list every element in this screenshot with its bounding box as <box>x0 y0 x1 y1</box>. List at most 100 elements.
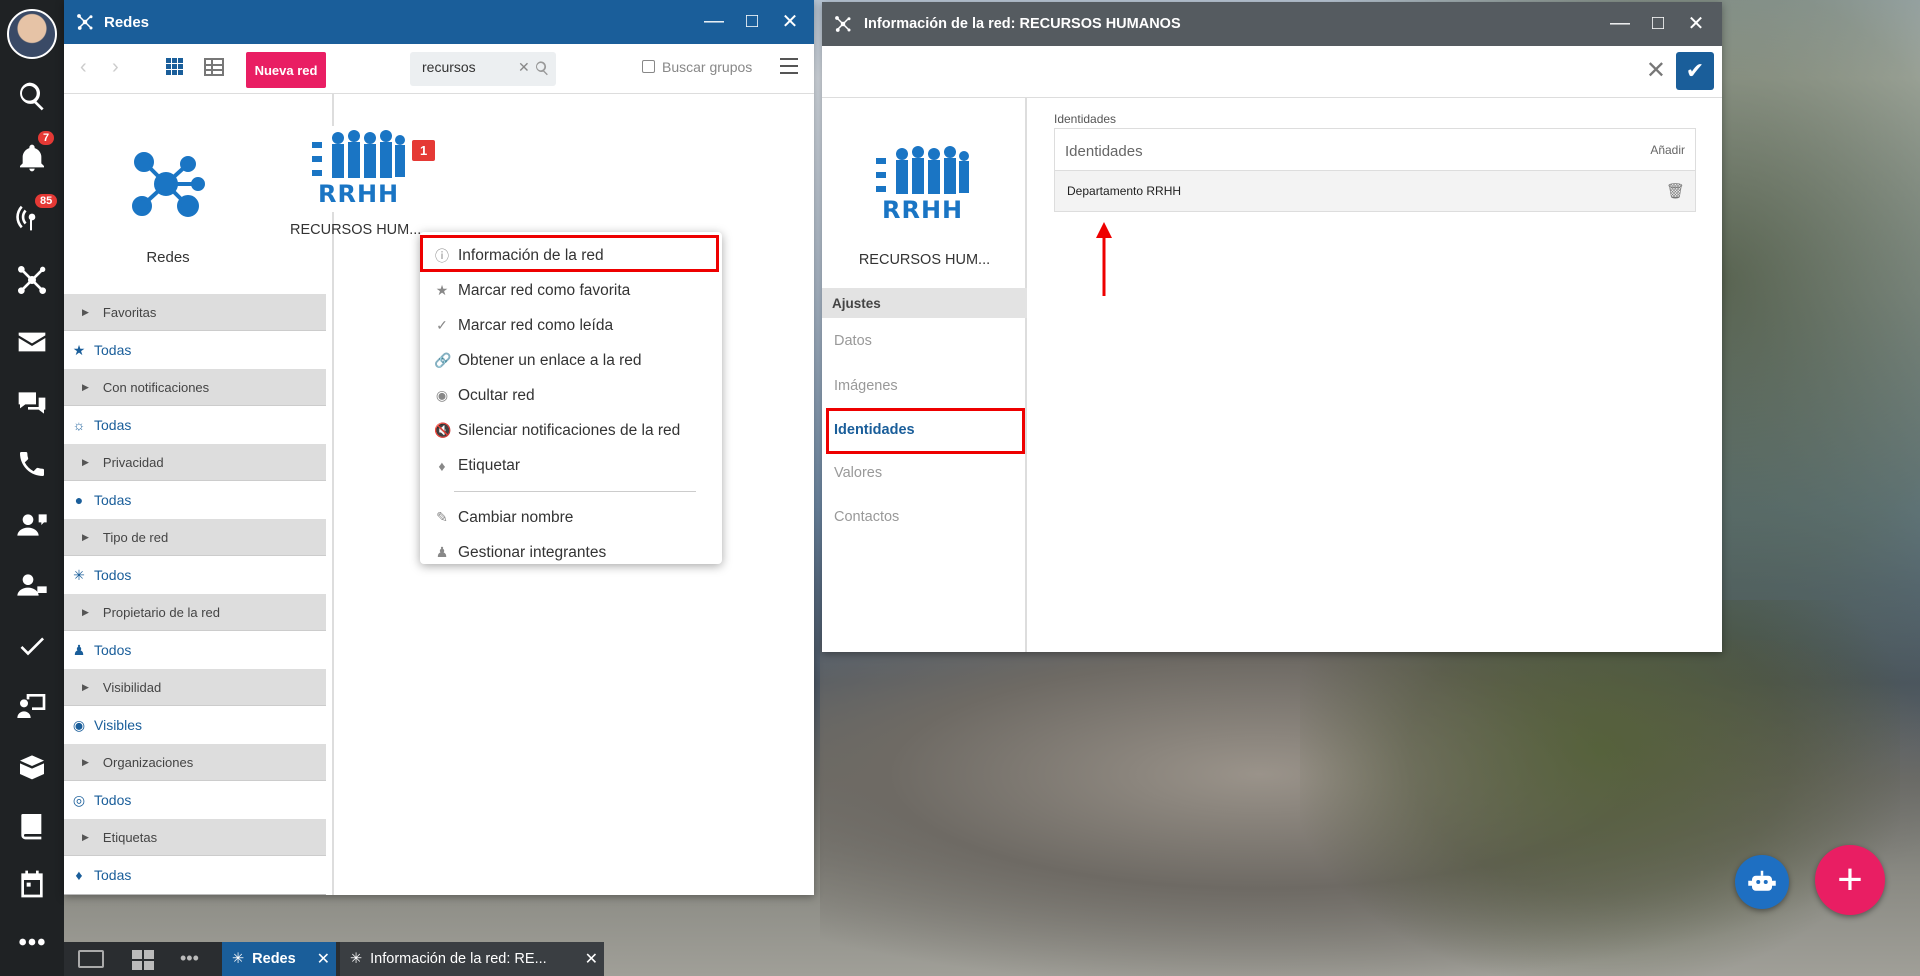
windows-grid-icon[interactable] <box>132 950 154 970</box>
filter-category-label: Con notificaciones <box>102 379 210 395</box>
menu-item-hide[interactable]: ◉ Ocultar red <box>420 378 722 413</box>
redes-toolbar: ‹ › Nueva red ✕ Buscar grupos <box>64 44 814 94</box>
menu-item-mute[interactable]: 🔇 Silenciar notificaciones de la red <box>420 413 722 448</box>
filter-value-etiquetas[interactable]: ♦ Todas <box>64 856 326 894</box>
menu-item-favorite[interactable]: ★ Marcar red como favorita <box>420 273 722 308</box>
menu-icon[interactable] <box>780 58 798 74</box>
settings-item-datos[interactable]: Datos <box>834 333 872 349</box>
settings-item-valores[interactable]: Valores <box>834 465 882 481</box>
presentation-icon[interactable] <box>12 686 52 726</box>
calendar-icon[interactable] <box>12 864 52 904</box>
menu-item-tag[interactable]: ♦ Etiquetar <box>420 448 722 483</box>
menu-item-get-link[interactable]: 🔗 Obtener un enlace a la red <box>420 343 722 378</box>
filter-category-notificaciones[interactable]: ▶ Con notificaciones <box>64 369 326 406</box>
network-item[interactable]: RRHH 1 RECURSOS HUM... <box>290 126 436 238</box>
filter-category-tipo[interactable]: ▶ Tipo de red <box>64 519 326 556</box>
close-button[interactable]: ✕ <box>776 6 804 36</box>
search-input[interactable] <box>422 59 522 75</box>
minimize-button[interactable]: — <box>1606 8 1634 38</box>
close-icon[interactable]: ✕ <box>317 949 330 969</box>
window-title: Información de la red: RECURSOS HUMANOS <box>864 16 1181 32</box>
more-icon[interactable]: ••• <box>180 948 199 969</box>
helpdesk-icon[interactable] <box>12 565 52 605</box>
settings-header: Ajustes <box>822 288 1027 318</box>
pencil-icon: ✎ <box>436 509 448 525</box>
eye-icon: ◉ <box>72 716 86 733</box>
filter-value-favoritas[interactable]: ★ Todas <box>64 331 326 369</box>
filter-value-tipo[interactable]: ✳ Todos <box>64 556 326 594</box>
mail-icon[interactable] <box>12 322 52 362</box>
maximize-button[interactable]: □ <box>738 6 766 36</box>
bot-button[interactable] <box>1735 855 1789 909</box>
close-icon[interactable]: ✕ <box>1646 56 1666 85</box>
trash-icon[interactable]: 🗑 <box>1666 182 1685 200</box>
identities-label: Identidades <box>1054 112 1117 126</box>
highlight-box-menu <box>420 235 719 272</box>
left-sidebar: 7 85 <box>0 0 64 976</box>
identities-input-row: Identidades Añadir <box>1055 129 1695 171</box>
menu-item-label: Ocultar red <box>458 386 535 404</box>
menu-item-rename[interactable]: ✎ Cambiar nombre <box>420 500 722 535</box>
filter-value-propietario[interactable]: ♟ Todos <box>64 631 326 669</box>
redes-titlebar[interactable]: Redes — □ ✕ <box>64 0 814 44</box>
filter-category-propietario[interactable]: ▶ Propietario de la red <box>64 594 326 631</box>
filter-value-organizaciones[interactable]: ◎ Todos <box>64 781 326 819</box>
clear-search-icon[interactable]: ✕ <box>518 59 530 76</box>
task-redes[interactable]: ✳ Redes ✕ <box>222 942 336 976</box>
filter-value-privacidad[interactable]: ● Todas <box>64 481 326 519</box>
people-checklist-icon <box>312 130 405 178</box>
table-view-icon[interactable] <box>204 58 224 76</box>
background-tree-lower <box>1300 600 1900 976</box>
new-network-button[interactable]: Nueva red <box>246 52 326 88</box>
add-button[interactable]: + <box>1815 845 1885 915</box>
menu-item-manage-members[interactable]: ♟ Gestionar integrantes <box>420 535 722 570</box>
robot-icon <box>1748 870 1776 891</box>
phone-icon[interactable] <box>12 444 52 484</box>
back-icon[interactable]: ‹ <box>80 56 87 79</box>
filter-category-etiquetas[interactable]: ▶ Etiquetas <box>64 819 326 856</box>
settings-item-imagenes[interactable]: Imágenes <box>834 378 898 394</box>
menu-item-mark-read[interactable]: ✓ Marcar red como leída <box>420 308 722 343</box>
network-icon: ✳ <box>350 951 363 967</box>
filter-category-favoritas[interactable]: ▶ Favoritas <box>64 294 326 331</box>
save-button[interactable]: ✔ <box>1676 52 1714 90</box>
task-label: Información de la red: RE... <box>370 951 547 967</box>
book-icon[interactable] <box>12 806 52 846</box>
filter-category-privacidad[interactable]: ▶ Privacidad <box>64 444 326 481</box>
grid-view-icon[interactable] <box>166 58 184 76</box>
caret-right-icon: ▶ <box>82 831 89 842</box>
caret-right-icon: ▶ <box>82 606 89 617</box>
filter-category-organizaciones[interactable]: ▶ Organizaciones <box>64 744 326 781</box>
side-title: Redes <box>146 249 190 266</box>
filter-value-notificaciones[interactable]: ☼ Todas <box>64 406 326 444</box>
filter-value-visibilidad[interactable]: ◉ Visibles <box>64 706 326 744</box>
close-button[interactable]: ✕ <box>1682 8 1710 38</box>
identities-input[interactable]: Identidades <box>1065 143 1143 160</box>
avatar[interactable] <box>7 9 57 59</box>
chat-icon[interactable] <box>12 383 52 423</box>
minimize-button[interactable]: — <box>700 6 728 36</box>
close-icon[interactable]: ✕ <box>585 949 598 969</box>
desktop-icon[interactable] <box>78 950 104 968</box>
forward-icon[interactable]: › <box>112 56 119 79</box>
boxes-icon[interactable] <box>12 746 52 786</box>
filter-category-label: Organizaciones <box>102 754 194 770</box>
settings-item-contactos[interactable]: Contactos <box>834 509 899 525</box>
eye-slash-icon: ◉ <box>435 387 449 403</box>
filter-category-visibilidad[interactable]: ▶ Visibilidad <box>64 669 326 706</box>
network-icon <box>835 16 851 32</box>
filter-value-label: Todas <box>94 342 132 358</box>
network-icon[interactable] <box>12 260 52 300</box>
users-icon: ♟ <box>72 641 86 658</box>
search-icon[interactable] <box>12 76 52 116</box>
maximize-button[interactable]: □ <box>1644 8 1672 38</box>
filter-category-label: Favoritas <box>102 304 157 320</box>
add-identity-button[interactable]: Añadir <box>1650 143 1685 157</box>
support-icon[interactable] <box>12 505 52 545</box>
more-icon[interactable] <box>12 922 52 962</box>
info-titlebar[interactable]: Información de la red: RECURSOS HUMANOS … <box>822 2 1722 46</box>
check-icon[interactable] <box>12 626 52 666</box>
task-info[interactable]: ✳ Información de la red: RE... ✕ <box>340 942 604 976</box>
search-groups-checkbox[interactable] <box>642 60 655 73</box>
search-icon[interactable] <box>534 60 550 76</box>
